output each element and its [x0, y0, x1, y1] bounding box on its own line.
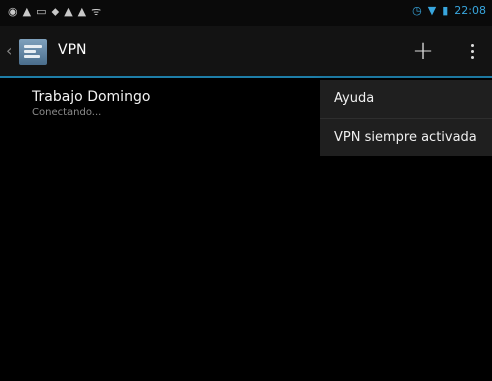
vpn-profile-name: Trabajo Domingo: [32, 89, 151, 105]
overflow-menu: Ayuda VPN siempre activada: [320, 80, 492, 156]
vpn-profile-item[interactable]: Trabajo Domingo Conectando...: [32, 88, 150, 120]
warning-icon: ▲: [22, 5, 32, 18]
clock: 22:08: [454, 4, 486, 17]
status-bar: ◉ ▲ ▭ ⬥ ▲ ▲ ᯤ ◷ ▼ ▮ 22:08: [0, 0, 492, 26]
vpn-profile-status: Conectando...: [32, 107, 102, 118]
plus-icon: +: [412, 36, 434, 66]
alarm-icon: ◷: [412, 4, 422, 17]
menu-item-help[interactable]: Ayuda: [320, 80, 492, 118]
menu-item-always-on-vpn[interactable]: VPN siempre activada: [320, 118, 492, 156]
warning-icon: ▲: [77, 5, 87, 18]
add-vpn-button[interactable]: +: [408, 36, 438, 66]
status-notifications: ◉ ▲ ▭ ⬥ ▲ ▲ ᯤ: [8, 5, 101, 19]
action-bar: ‹ VPN +: [0, 26, 492, 78]
notification-icon: ◉: [8, 5, 18, 18]
status-system: ◷ ▼ ▮ 22:08: [412, 4, 486, 17]
wifi-small-icon: ᯤ: [91, 5, 102, 18]
wifi-icon: ▼: [427, 4, 437, 17]
image-icon: ▭: [36, 5, 47, 18]
usb-icon: ⬥: [51, 5, 60, 18]
warning-icon: ▲: [64, 5, 73, 18]
overflow-menu-button[interactable]: [462, 38, 482, 64]
up-caret-icon[interactable]: ‹: [6, 41, 12, 60]
page-title: VPN: [58, 42, 87, 58]
battery-icon: ▮: [442, 4, 449, 17]
vpn-settings-icon[interactable]: [19, 39, 47, 65]
